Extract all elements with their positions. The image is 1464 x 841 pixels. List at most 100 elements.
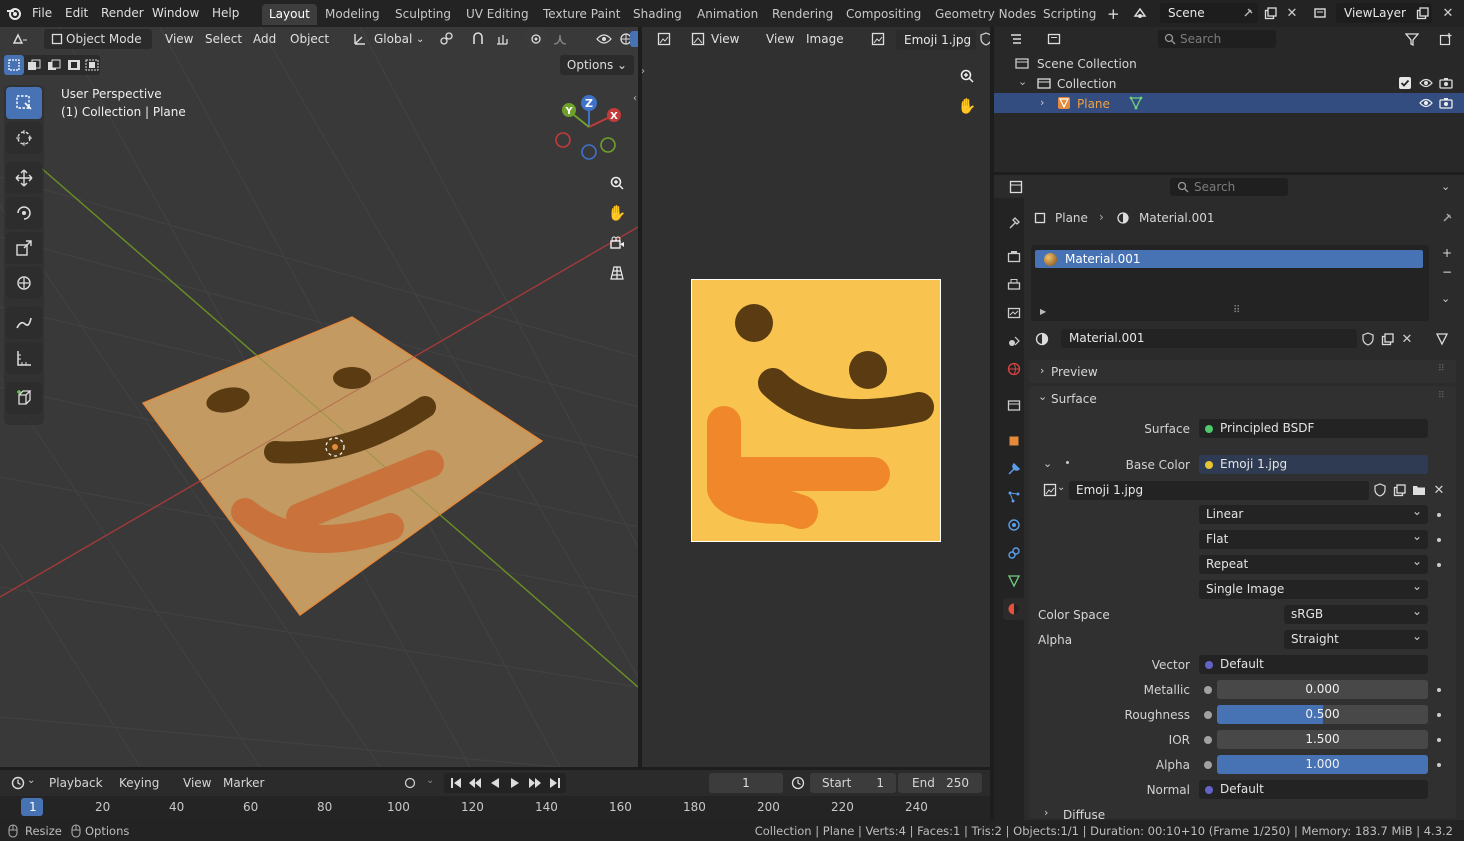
scene-icon[interactable]: [1130, 3, 1150, 23]
alpha-mode-dropdown[interactable]: Straight: [1284, 627, 1428, 649]
duplicate-material-icon[interactable]: [1377, 329, 1397, 349]
image-mode-selector[interactable]: View: [711, 32, 739, 46]
list-resize-handle[interactable]: ⠿: [1233, 305, 1241, 316]
timeline-type-chevron-icon[interactable]: ⌄: [27, 775, 35, 786]
properties-pin-icon[interactable]: [1437, 208, 1457, 228]
tab-uv-editing[interactable]: UV Editing: [459, 4, 536, 25]
add-cube-tool-icon[interactable]: [6, 382, 42, 414]
base-color-field[interactable]: Emoji 1.jpg: [1199, 455, 1428, 474]
annotate-tool-icon[interactable]: [6, 307, 42, 339]
tab-shading[interactable]: Shading: [626, 4, 689, 25]
rotate-tool-icon[interactable]: [6, 197, 42, 229]
end-frame-field[interactable]: End 250: [898, 773, 982, 793]
extension-keyframe-dot[interactable]: [1437, 563, 1441, 567]
outliner-collection[interactable]: Collection: [1057, 77, 1116, 91]
prev-keyframe-icon[interactable]: [465, 773, 485, 793]
breadcrumb-object[interactable]: Plane: [1055, 211, 1088, 225]
select-box-tool-icon[interactable]: [6, 87, 42, 119]
sidebar-toggle-icon[interactable]: ‹: [633, 93, 637, 104]
color-space-dropdown[interactable]: sRGB: [1284, 602, 1428, 624]
play-reverse-icon[interactable]: [485, 773, 505, 793]
add-workspace-button[interactable]: +: [1107, 5, 1120, 23]
view-layer-tab-icon[interactable]: [1003, 302, 1025, 324]
data-tab-icon[interactable]: [1003, 570, 1025, 592]
area-divider-timeline[interactable]: [0, 767, 990, 770]
new-view-layer-icon[interactable]: [1412, 3, 1432, 23]
preview-range-icon[interactable]: [788, 773, 808, 793]
select-invert-icon[interactable]: [64, 55, 84, 75]
browse-material-icon[interactable]: [1032, 329, 1052, 349]
tab-texture-paint[interactable]: Texture Paint: [536, 4, 627, 25]
orientation-selector[interactable]: Global: [374, 32, 412, 46]
list-expand-icon[interactable]: ▶: [1040, 307, 1046, 316]
current-frame-field[interactable]: 1: [709, 773, 783, 793]
mesh-data-icon[interactable]: [1126, 93, 1146, 113]
surface-shader-field[interactable]: Principled BSDF: [1199, 419, 1428, 438]
move-tool-icon[interactable]: [6, 162, 42, 194]
viewport-menu-view[interactable]: View: [165, 32, 193, 46]
vector-field[interactable]: Default: [1199, 655, 1428, 674]
keying-chevron-icon[interactable]: ⌄: [426, 775, 434, 786]
scene-tab-icon[interactable]: [1003, 330, 1025, 352]
snap-target-icon[interactable]: [492, 29, 512, 49]
tab-geometry-nodes[interactable]: Geometry Nodes: [928, 4, 1043, 25]
image-view-mode-icon[interactable]: [688, 29, 708, 49]
menu-edit[interactable]: Edit: [65, 6, 88, 20]
timeline-menu-playback[interactable]: Playback: [49, 776, 103, 790]
viewport-menu-object[interactable]: Object: [290, 32, 329, 46]
physics-tab-icon[interactable]: [1003, 514, 1025, 536]
image-zoom-icon[interactable]: [954, 63, 980, 89]
menu-render[interactable]: Render: [101, 6, 144, 20]
output-tab-icon[interactable]: [1003, 274, 1025, 296]
select-box-mode-icon[interactable]: [4, 55, 24, 75]
object-tab-icon[interactable]: [1003, 430, 1025, 452]
image-fake-user-icon[interactable]: [1370, 480, 1390, 500]
metallic-slider[interactable]: 0.000: [1217, 680, 1428, 699]
surface-panel-title[interactable]: Surface: [1051, 392, 1097, 406]
collection-expand-icon[interactable]: ⌄: [1018, 75, 1027, 88]
outliner-type-icon[interactable]: [1006, 29, 1026, 49]
pivot-icon[interactable]: [436, 29, 456, 49]
image-browse-chevron-icon[interactable]: ⌄: [1057, 482, 1065, 493]
properties-options-chevron-icon[interactable]: ⌄: [1441, 180, 1450, 193]
select-extend-icon[interactable]: [24, 55, 44, 75]
render-tab-icon[interactable]: [1003, 246, 1025, 268]
image-browse-icon[interactable]: [868, 29, 888, 49]
measure-tool-icon[interactable]: [6, 342, 42, 374]
scale-tool-icon[interactable]: [6, 232, 42, 264]
select-subtract-icon[interactable]: [44, 55, 64, 75]
auto-keying-icon[interactable]: [400, 773, 420, 793]
toolbar-expand-icon[interactable]: ›: [641, 66, 645, 77]
link-mode-icon[interactable]: [1432, 329, 1452, 349]
interpolation-keyframe-dot[interactable]: [1437, 513, 1441, 517]
collection-camera-icon[interactable]: [1436, 73, 1456, 93]
delete-view-layer-icon[interactable]: ✕: [1438, 3, 1458, 23]
visibility-icon[interactable]: [594, 29, 614, 49]
display-mode-icon[interactable]: [1044, 29, 1064, 49]
material-fake-user-icon[interactable]: [1358, 329, 1378, 349]
timeline-menu-marker[interactable]: Marker: [223, 776, 264, 790]
image-menu-view[interactable]: View: [766, 32, 794, 46]
viewport-menu-add[interactable]: Add: [253, 32, 276, 46]
source-dropdown[interactable]: Single Image: [1199, 577, 1428, 599]
chevron-down-icon[interactable]: ⌄: [416, 34, 424, 45]
metallic-keyframe-dot[interactable]: [1437, 688, 1441, 692]
proportional-editing-icon[interactable]: [526, 29, 546, 49]
surface-drag-handle[interactable]: ⠿: [1438, 391, 1445, 401]
options-dropdown[interactable]: Options ⌄: [560, 55, 634, 75]
tab-rendering[interactable]: Rendering: [765, 4, 840, 25]
new-scene-icon[interactable]: [1260, 3, 1280, 23]
base-color-collapse-icon[interactable]: ⌄: [1043, 457, 1052, 470]
menu-help[interactable]: Help: [212, 6, 239, 20]
image-pan-hand-icon[interactable]: ✋: [954, 93, 980, 119]
particles-tab-icon[interactable]: [1003, 486, 1025, 508]
ortho-grid-icon[interactable]: [604, 260, 630, 286]
new-image-icon[interactable]: [1389, 480, 1409, 500]
preview-drag-handle[interactable]: ⠿: [1438, 364, 1445, 374]
remove-slot-button[interactable]: −: [1437, 264, 1457, 282]
snap-icon[interactable]: [468, 29, 488, 49]
unlink-image-icon[interactable]: ✕: [1429, 480, 1449, 500]
outliner-object-plane[interactable]: Plane: [1077, 97, 1110, 111]
projection-keyframe-dot[interactable]: [1437, 538, 1441, 542]
delete-scene-icon[interactable]: ✕: [1282, 3, 1302, 23]
